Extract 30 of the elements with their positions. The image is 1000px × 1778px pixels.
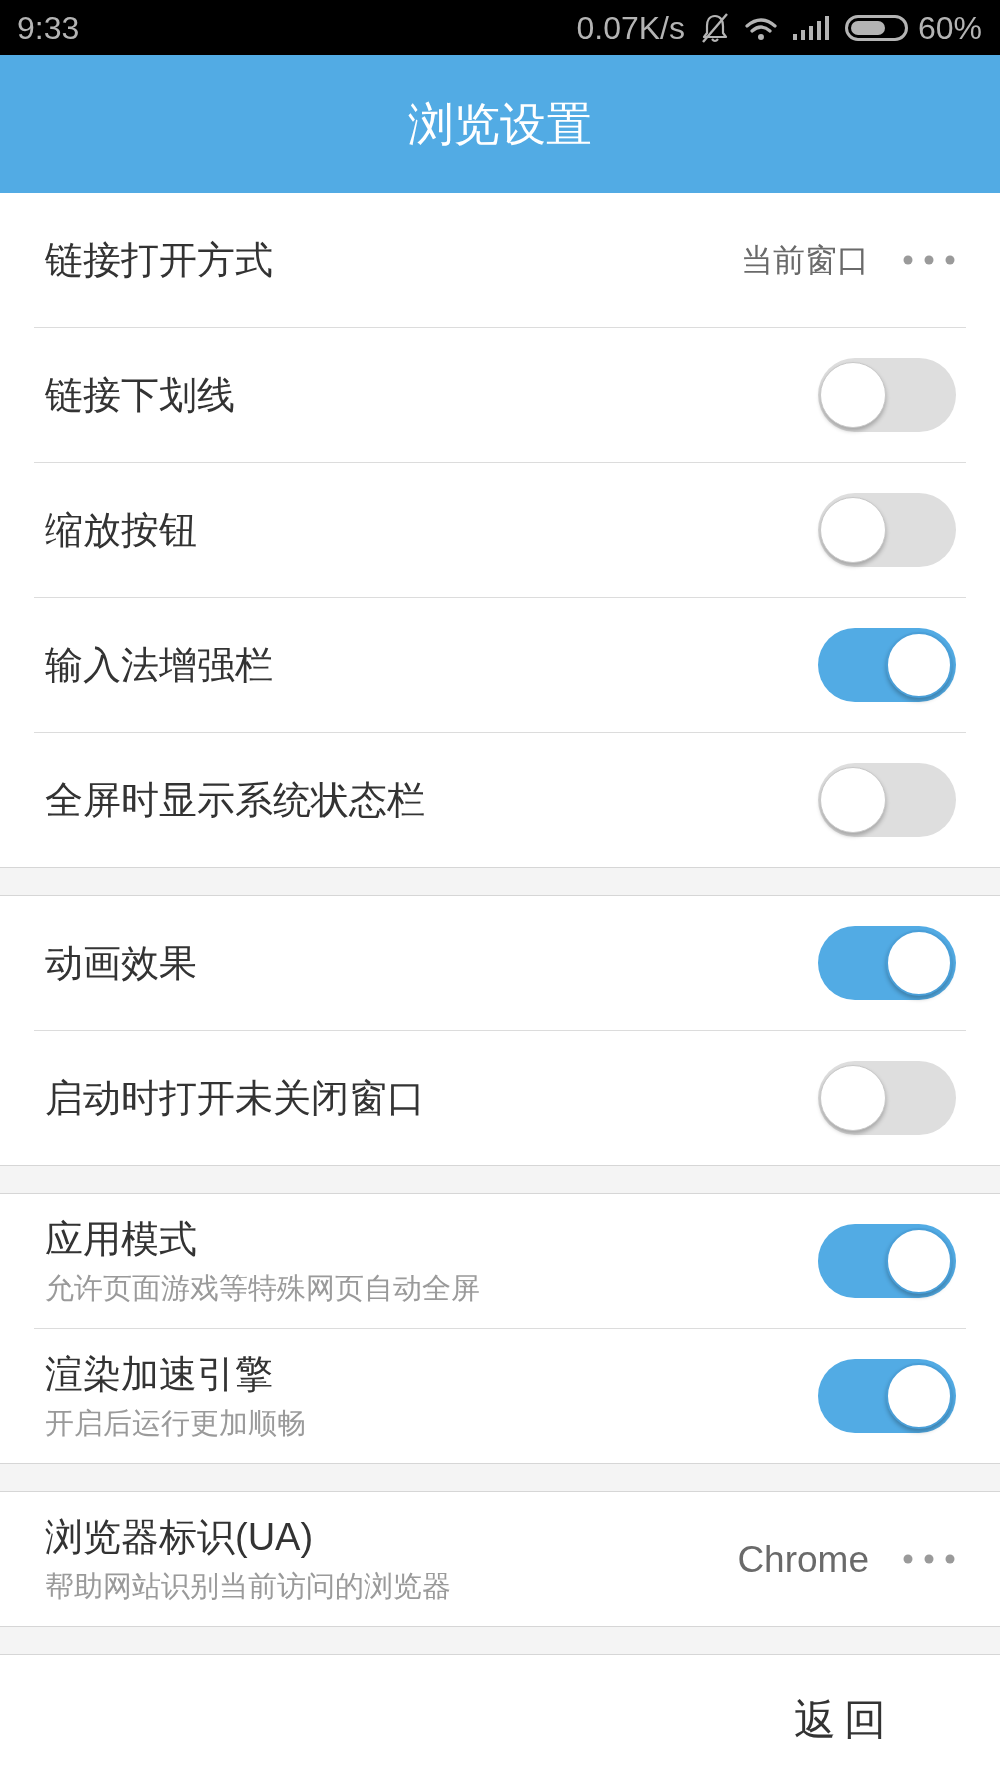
setting-label: 链接下划线 [45, 373, 235, 417]
setting-label: 应用模式 [45, 1217, 198, 1261]
toggle-switch[interactable] [818, 1061, 956, 1135]
setting-label: 启动时打开未关闭窗口 [45, 1076, 425, 1120]
bell-muted-icon [700, 12, 729, 43]
setting-label: 缩放按钮 [45, 508, 197, 552]
toggle-switch[interactable] [818, 358, 956, 432]
setting-label: 动画效果 [45, 941, 197, 985]
toggle-switch[interactable] [818, 493, 956, 567]
battery-icon [844, 14, 908, 41]
status-time: 9:33 [17, 11, 80, 44]
signal-icon [792, 15, 829, 40]
setting-description: 允许页面游戏等特殊网页自动全屏 [45, 1271, 480, 1305]
setting-label: 渲染加速引擎 [45, 1352, 274, 1396]
network-speed: 0.07K/s [576, 11, 685, 44]
battery-level: 60% [917, 11, 982, 44]
setting-label: 全屏时显示系统状态栏 [45, 778, 425, 822]
setting-label: 浏览器标识(UA) [45, 1515, 315, 1559]
setting-description: 开启后运行更加顺畅 [45, 1406, 306, 1440]
setting-label: 链接打开方式 [45, 238, 273, 282]
wifi-icon [744, 15, 777, 40]
toggle-switch[interactable] [818, 763, 956, 837]
setting-description: 帮助网站识别当前访问的浏览器 [45, 1569, 451, 1603]
setting-value: 当前窗口 [741, 244, 869, 276]
more-icon[interactable] [903, 1554, 955, 1564]
setting-label: 输入法增强栏 [45, 643, 273, 687]
setting-value: Chrome [737, 1540, 869, 1578]
page-title: 浏览设置 [408, 101, 592, 147]
more-icon[interactable] [903, 255, 955, 265]
back-button[interactable]: 返回 [788, 1686, 900, 1753]
